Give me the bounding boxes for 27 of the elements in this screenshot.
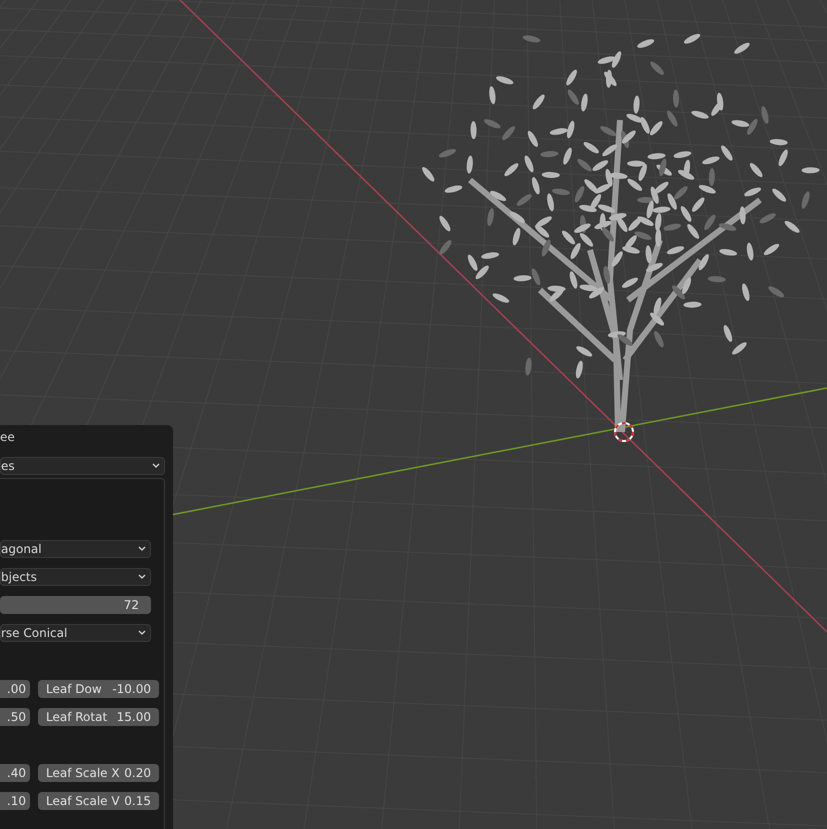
number-field[interactable]: .50	[0, 708, 30, 726]
number-field[interactable]: Leaf Scale V 0.15	[38, 792, 159, 810]
dropdown[interactable]: rse Conical	[0, 624, 151, 642]
number-field[interactable]: .00	[0, 680, 30, 698]
chevron-down-icon	[138, 574, 146, 580]
field-value: 15.00	[116, 709, 151, 725]
field-label: Leaf Scale V	[46, 793, 120, 809]
number-field[interactable]: Leaf Scale X 0.20	[38, 764, 159, 782]
number-field[interactable]: Leaf Dow -10.00	[38, 680, 159, 698]
cursor-icon	[614, 422, 634, 442]
number-field[interactable]: .40	[0, 764, 30, 782]
number-field[interactable]: Leaf Rotat 15.00	[38, 708, 159, 726]
chevron-down-icon	[138, 630, 146, 636]
dropdown[interactable]: bjects	[0, 568, 151, 586]
field-value: 0.15	[124, 793, 151, 809]
field-label: Leaf Dow	[46, 681, 102, 697]
field-value: 0.20	[124, 765, 151, 781]
number-field[interactable]: 72	[0, 596, 151, 614]
dropdown[interactable]: agonal	[0, 540, 151, 558]
field-label: Leaf Scale X	[46, 765, 120, 781]
chevron-down-icon	[138, 546, 146, 552]
field-value: -10.00	[112, 681, 151, 697]
mode-dropdown[interactable]: es	[0, 457, 165, 475]
number-field[interactable]: .10	[0, 792, 30, 810]
field-label: Leaf Rotat	[46, 709, 108, 725]
panel-title: ee	[0, 429, 16, 446]
chevron-down-icon	[152, 463, 160, 469]
